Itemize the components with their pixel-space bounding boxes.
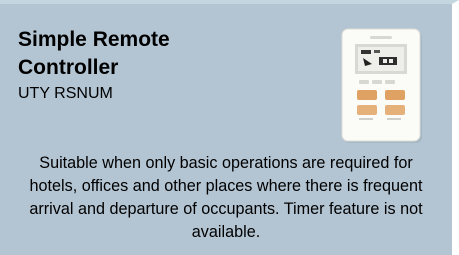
product-card: Simple Remote Controller UTY RSNUM Suita…	[0, 4, 452, 255]
product-card-frame: Simple Remote Controller UTY RSNUM Suita…	[0, 0, 459, 255]
remote-controller-image	[341, 28, 422, 143]
product-title: Simple Remote Controller	[18, 28, 170, 79]
product-description: Suitable when only basic operations are …	[29, 154, 423, 241]
product-model-number: UTY RSNUM	[18, 85, 113, 102]
